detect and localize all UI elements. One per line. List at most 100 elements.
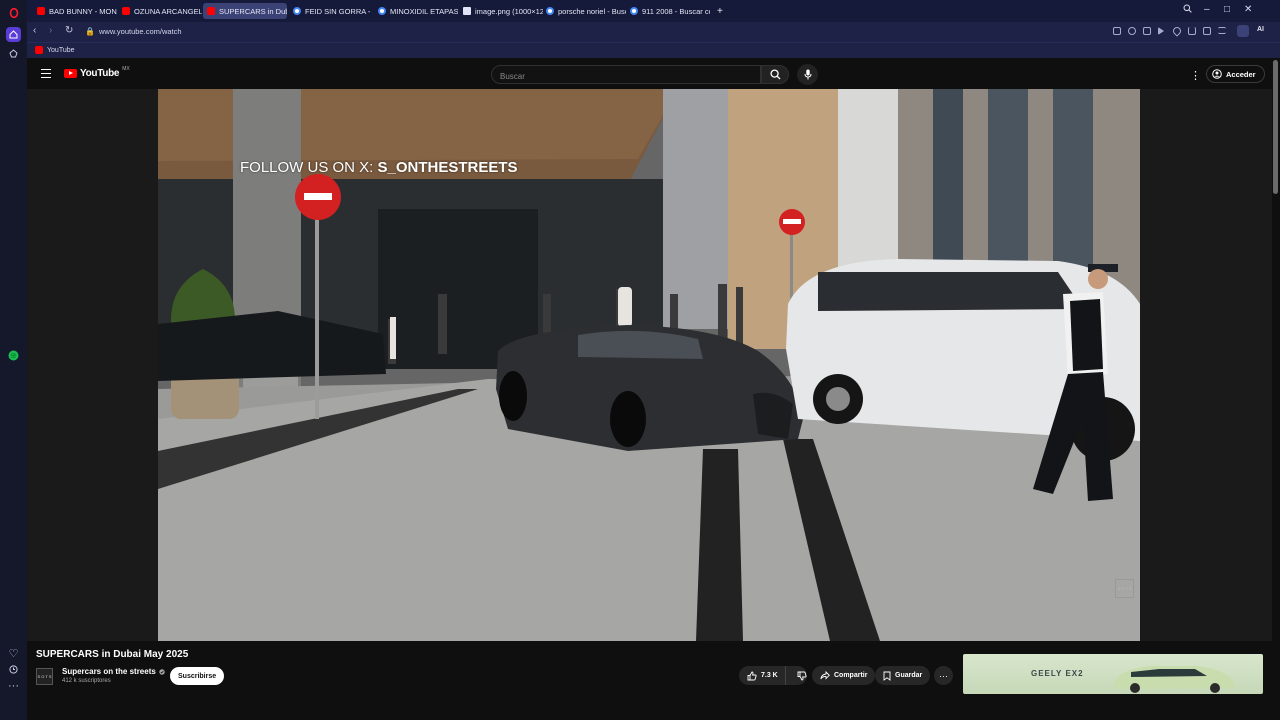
- wallet-icon[interactable]: [1203, 27, 1211, 35]
- tab[interactable]: BAD BUNNY - MONACO: [33, 3, 117, 19]
- video-overlay-text: FOLLOW US ON X: S_ONTHESTREETS: [240, 159, 518, 176]
- minimize-icon[interactable]: –: [1204, 4, 1210, 15]
- tab-label: 911 2008 - Buscar con Go: [642, 6, 710, 16]
- subscribe-button[interactable]: Suscribirse: [170, 667, 225, 685]
- sign-in-button[interactable]: Acceder: [1206, 65, 1265, 83]
- reload-icon[interactable]: ↻: [65, 25, 73, 36]
- download-icon[interactable]: [1188, 27, 1196, 35]
- search-button[interactable]: [761, 65, 789, 84]
- more-icon[interactable]: ···: [6, 678, 21, 693]
- bookmark-label: YouTube: [47, 46, 75, 54]
- google-icon: [293, 7, 301, 15]
- maximize-icon[interactable]: □: [1224, 4, 1230, 15]
- like-button[interactable]: 7.3 K: [739, 666, 786, 685]
- verified-icon: [159, 668, 165, 675]
- workspace-icon[interactable]: [6, 46, 21, 61]
- lock-icon[interactable]: 🔒: [85, 27, 95, 36]
- back-icon[interactable]: ‹: [33, 25, 36, 36]
- tab-label: FEID SIN GORRA - Busca: [305, 6, 373, 16]
- tab[interactable]: OZUNA ARCANGEL - You: [118, 3, 202, 19]
- search-input[interactable]: [492, 68, 760, 85]
- ad-banner[interactable]: GEELY EX2: [963, 654, 1263, 694]
- youtube-icon: [35, 46, 43, 54]
- microphone-icon: [804, 69, 811, 80]
- google-icon: [630, 7, 638, 15]
- tab-active[interactable]: SUPERCARS in Dubai Ma: [203, 3, 287, 19]
- save-button[interactable]: Guardar: [875, 666, 931, 685]
- dislike-button[interactable]: [790, 666, 807, 685]
- history-icon[interactable]: [6, 662, 21, 677]
- youtube-icon: [37, 7, 45, 15]
- close-icon[interactable]: ✕: [1244, 4, 1252, 15]
- url-field[interactable]: www.youtube.com/watch: [99, 27, 182, 36]
- bookmark-icon: [883, 671, 891, 681]
- more-actions-icon[interactable]: ···: [934, 666, 953, 685]
- home-icon[interactable]: [6, 27, 21, 42]
- save-label: Guardar: [895, 672, 923, 679]
- google-icon: [378, 7, 386, 15]
- ad-brand: GEELY EX2: [1031, 669, 1084, 678]
- video-player[interactable]: FOLLOW US ON X: S_ONTHESTREETS: [158, 89, 1140, 641]
- tab-label: BAD BUNNY - MONACO: [49, 6, 117, 16]
- heart-icon[interactable]: ♡: [6, 646, 21, 661]
- subscriber-count: 412 k suscriptores: [62, 678, 111, 684]
- tab-label: OZUNA ARCANGEL - You: [134, 6, 202, 16]
- forward-icon[interactable]: ›: [49, 25, 52, 36]
- new-tab-button[interactable]: +: [713, 3, 727, 19]
- voice-search-button[interactable]: [797, 64, 818, 85]
- google-icon: [546, 7, 554, 15]
- share-label: Compartir: [834, 672, 868, 679]
- heart-outline-icon[interactable]: [1171, 25, 1183, 37]
- tab-label: image.png (1000×1267): [475, 6, 543, 16]
- spotify-icon[interactable]: [6, 348, 21, 363]
- tab-search-icon[interactable]: [1183, 4, 1192, 16]
- ambient-right: [1140, 89, 1272, 641]
- sign-in-label: Acceder: [1226, 69, 1256, 79]
- video-title: SUPERCARS in Dubai May 2025: [36, 649, 189, 660]
- play-icon[interactable]: [1158, 27, 1164, 35]
- share-icon: [820, 671, 830, 680]
- camera-icon[interactable]: [1128, 27, 1136, 35]
- ambient-left: [27, 89, 158, 641]
- aria-ai-button[interactable]: AI: [1257, 26, 1264, 33]
- menu-icon[interactable]: [1218, 27, 1226, 34]
- tab-label: porsche noriel - Buscar c: [558, 6, 626, 16]
- channel-watermark[interactable]: S O T S: [1115, 579, 1134, 598]
- opera-logo-icon[interactable]: [6, 5, 21, 20]
- tab[interactable]: FEID SIN GORRA - Busca: [289, 3, 373, 19]
- address-bar-row: ‹ › ↻ 🔒 www.youtube.com/watch AI: [27, 22, 1280, 42]
- tab-label: MINOXIDIL ETAPAS BARB: [390, 6, 458, 16]
- overlay-prefix: FOLLOW US ON X:: [240, 159, 378, 176]
- youtube-page: YouTube MX ⋮ Acceder: [27, 58, 1272, 720]
- avatar[interactable]: S O T S: [36, 668, 53, 685]
- extension-icon[interactable]: [1113, 27, 1121, 35]
- settings-icon[interactable]: [1237, 25, 1249, 37]
- logo-text: YouTube: [80, 68, 120, 79]
- youtube-logo[interactable]: YouTube MX: [64, 66, 130, 79]
- thumbs-down-icon: [797, 671, 807, 680]
- bookmarks-bar: YouTube: [27, 42, 1280, 58]
- youtube-icon: [207, 7, 215, 15]
- tab[interactable]: MINOXIDIL ETAPAS BARB: [374, 3, 458, 19]
- document-icon: [463, 7, 471, 15]
- scrollbar-thumb[interactable]: [1273, 60, 1278, 194]
- settings-kebab-icon[interactable]: ⋮: [1190, 69, 1201, 82]
- ad-car-image: [1113, 666, 1235, 693]
- channel-name-text: Supercars on the streets: [62, 667, 156, 676]
- thumbs-up-icon: [747, 671, 757, 680]
- search-box: [491, 65, 761, 85]
- tab[interactable]: 911 2008 - Buscar con Go: [626, 3, 710, 19]
- share-button[interactable]: Compartir: [812, 666, 876, 685]
- tab[interactable]: image.png (1000×1267): [459, 3, 543, 19]
- like-dislike-group: 7.3 K: [739, 666, 807, 685]
- overlay-handle: S_ONTHESTREETS: [377, 159, 518, 176]
- bookmark-youtube[interactable]: YouTube: [35, 46, 75, 54]
- tab-label: SUPERCARS in Dubai Ma: [219, 6, 287, 16]
- channel-name[interactable]: Supercars on the streets: [62, 667, 165, 676]
- hamburger-menu-icon[interactable]: [41, 69, 51, 78]
- like-count: 7.3 K: [761, 672, 778, 679]
- youtube-icon: [122, 7, 130, 15]
- tab[interactable]: porsche noriel - Buscar c: [542, 3, 626, 19]
- search-icon: [769, 69, 780, 80]
- shield-icon[interactable]: [1143, 27, 1151, 35]
